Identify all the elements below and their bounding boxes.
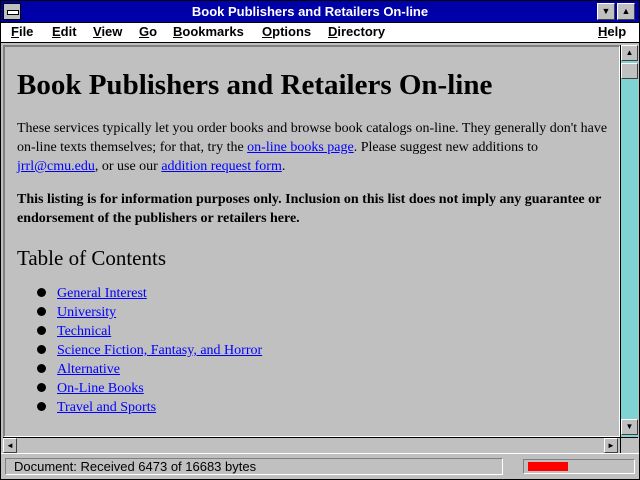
toc-link-technical[interactable]: Technical bbox=[57, 324, 111, 339]
page-heading: Book Publishers and Retailers On-line bbox=[17, 69, 493, 101]
scrollbar-corner bbox=[620, 437, 638, 453]
document-view[interactable]: Book Publishers and Retailers On-line Th… bbox=[3, 45, 620, 437]
toc-item: General Interest bbox=[17, 284, 612, 303]
menu-bookmarks[interactable]: Bookmarks bbox=[173, 24, 244, 39]
menu-directory[interactable]: Directory bbox=[328, 24, 385, 39]
progress-fill bbox=[528, 462, 568, 471]
toc-link-alternative[interactable]: Alternative bbox=[57, 362, 120, 377]
bullet-icon bbox=[37, 288, 46, 297]
menu-bar: File Edit View Go Bookmarks Options Dire… bbox=[1, 23, 639, 43]
menu-help[interactable]: Help bbox=[598, 24, 626, 39]
vertical-scroll-thumb[interactable] bbox=[621, 63, 638, 79]
menu-go[interactable]: Go bbox=[139, 24, 157, 39]
toc-item: Travel and Sports bbox=[17, 398, 612, 417]
window-title: Book Publishers and Retailers On-line bbox=[191, 4, 429, 19]
intro-paragraph: These services typically let you order b… bbox=[17, 121, 608, 174]
menu-edit[interactable]: Edit bbox=[52, 24, 77, 39]
toc-link-online-books[interactable]: On-Line Books bbox=[57, 381, 144, 396]
menu-file[interactable]: File bbox=[11, 24, 33, 39]
vertical-scrollbar[interactable]: ▲ ▼ bbox=[620, 45, 638, 437]
toc-item: On-Line Books bbox=[17, 379, 612, 398]
bullet-icon bbox=[37, 326, 46, 335]
toc-link-science-fiction[interactable]: Science Fiction, Fantasy, and Horror bbox=[57, 343, 262, 358]
arrow-up-icon[interactable]: ▲ bbox=[621, 45, 638, 61]
toc-list: General Interest University Technical Sc… bbox=[17, 284, 612, 417]
arrow-right-icon[interactable]: ► bbox=[604, 438, 618, 453]
addition-request-link[interactable]: addition request form bbox=[161, 159, 282, 174]
bullet-icon bbox=[37, 364, 46, 373]
arrow-left-icon[interactable]: ◄ bbox=[3, 438, 17, 453]
system-menu-icon[interactable] bbox=[3, 3, 21, 20]
bullet-icon bbox=[37, 383, 46, 392]
horizontal-scrollbar[interactable]: ◄ ► bbox=[3, 437, 620, 453]
email-link[interactable]: jrrl@cmu.edu bbox=[17, 159, 95, 174]
arrow-down-icon[interactable]: ▼ bbox=[621, 419, 638, 435]
bullet-icon bbox=[37, 307, 46, 316]
toc-link-travel-sports[interactable]: Travel and Sports bbox=[57, 400, 156, 415]
status-text: Document: Received 6473 of 16683 bytes bbox=[5, 458, 503, 475]
toc-heading: Table of Contents bbox=[17, 246, 166, 270]
toc-item: Science Fiction, Fantasy, and Horror bbox=[17, 341, 612, 360]
maximize-icon[interactable]: ▲ bbox=[617, 3, 635, 20]
online-books-link[interactable]: on-line books page bbox=[247, 140, 354, 155]
menu-view[interactable]: View bbox=[93, 24, 122, 39]
toc-item: Technical bbox=[17, 322, 612, 341]
toc-link-university[interactable]: University bbox=[57, 305, 116, 320]
bullet-icon bbox=[37, 402, 46, 411]
bullet-icon bbox=[37, 345, 46, 354]
toc-item: University bbox=[17, 303, 612, 322]
minimize-icon[interactable]: ▼ bbox=[597, 3, 615, 20]
browser-window: Book Publishers and Retailers On-line ▼ … bbox=[0, 0, 640, 480]
document-content: Book Publishers and Retailers On-line Th… bbox=[17, 47, 612, 417]
toc-link-general-interest[interactable]: General Interest bbox=[57, 286, 147, 301]
status-bar: Document: Received 6473 of 16683 bytes bbox=[1, 453, 639, 479]
toc-item: Alternative bbox=[17, 360, 612, 379]
disclaimer-paragraph: This listing is for information purposes… bbox=[17, 192, 602, 226]
title-bar: Book Publishers and Retailers On-line ▼ … bbox=[1, 1, 639, 23]
progress-bar bbox=[523, 459, 635, 474]
menu-options[interactable]: Options bbox=[262, 24, 311, 39]
